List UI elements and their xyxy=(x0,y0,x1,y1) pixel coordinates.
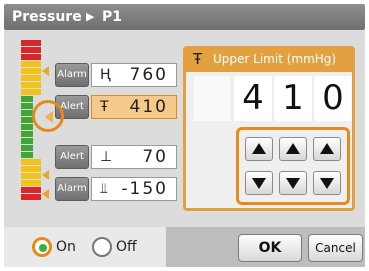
scale-bar-yellow xyxy=(21,166,41,172)
upper-limit-header: Ŧ Upper Limit (mmHg) xyxy=(183,46,355,72)
digit-hundreds[interactable]: 4 xyxy=(234,76,272,121)
scale-bar-green xyxy=(21,131,33,137)
arrow-up-icon xyxy=(320,143,334,154)
on-radio-dot xyxy=(39,244,47,252)
digit-ones[interactable]: 0 xyxy=(314,76,352,121)
scale-bar-yellow xyxy=(21,75,41,81)
off-radio[interactable] xyxy=(92,237,112,257)
scale-bar-yellow xyxy=(21,89,41,95)
alarm-low-button[interactable]: Alarm xyxy=(55,177,89,201)
alert-low-marker-icon xyxy=(42,170,49,180)
scale-bar-green xyxy=(21,152,33,158)
scale-bar-yellow xyxy=(21,82,41,88)
alarm-high-field[interactable]: Ⱨ 760 xyxy=(91,63,177,87)
scale-bar-red xyxy=(21,194,41,200)
alarm-low-field[interactable]: ⫫ -150 xyxy=(91,177,177,201)
scale-bar-yellow xyxy=(21,173,41,179)
digit-spacer xyxy=(194,76,230,121)
arrow-up-icon xyxy=(286,143,300,154)
on-off-toggle: On Off xyxy=(4,227,166,267)
scale-bar-yellow xyxy=(21,180,41,186)
hundreds-up-button[interactable] xyxy=(245,137,273,161)
alert-low-symbol-icon: ⊥ xyxy=(100,149,113,165)
scale-bar-green xyxy=(21,138,33,144)
scale-bar-red xyxy=(21,47,41,53)
arrow-up-icon xyxy=(252,143,266,154)
digit-tens[interactable]: 1 xyxy=(274,76,312,121)
alert-low-field[interactable]: ⊥ 70 xyxy=(91,145,177,169)
ones-up-button[interactable] xyxy=(313,137,341,161)
alarm-high-symbol-icon: Ⱨ xyxy=(100,67,111,83)
upper-limit-panel: Ŧ Upper Limit (mmHg) 4 1 0 xyxy=(183,46,355,211)
scale-bar-green xyxy=(21,103,33,109)
tens-down-button[interactable] xyxy=(279,171,307,195)
cancel-button[interactable]: Cancel xyxy=(308,234,363,262)
arrow-down-icon xyxy=(320,178,334,189)
title-section: Pressure xyxy=(12,9,82,25)
off-label: Off xyxy=(116,239,137,255)
on-label: On xyxy=(56,239,76,255)
alarm-high-value: 760 xyxy=(129,65,168,85)
alert-high-value: 410 xyxy=(129,97,168,117)
scale-bar-green xyxy=(21,145,33,151)
scale-bar-red xyxy=(21,187,41,193)
alert-high-field[interactable]: Ŧ 410 xyxy=(91,95,177,119)
alert-low-value: 70 xyxy=(142,147,168,167)
title-channel: P1 xyxy=(102,9,123,25)
scale-bar-yellow xyxy=(21,159,41,165)
alert-high-symbol-icon: Ŧ xyxy=(100,99,109,115)
ones-down-button[interactable] xyxy=(313,171,341,195)
scale-bar-red xyxy=(21,40,41,46)
alert-high-marker-icon xyxy=(45,111,53,123)
alarm-high-marker-icon xyxy=(42,66,49,76)
bottom-bar: On Off OK Cancel xyxy=(4,227,365,267)
hundreds-down-button[interactable] xyxy=(245,171,273,195)
alarm-high-button[interactable]: Alarm xyxy=(55,63,89,87)
ok-button[interactable]: OK xyxy=(238,234,302,262)
tens-up-button[interactable] xyxy=(279,137,307,161)
scale-bar-green xyxy=(21,96,33,102)
upper-limit-icon: Ŧ xyxy=(193,50,203,68)
alarm-low-marker-icon xyxy=(42,189,49,199)
title-bar: Pressure ▶ P1 xyxy=(4,4,365,30)
scale-bar-red xyxy=(21,54,41,60)
upper-limit-editor: 4 1 0 xyxy=(186,72,352,208)
alarm-low-symbol-icon: ⫫ xyxy=(100,181,108,197)
alert-high-marker-highlight[interactable] xyxy=(32,100,64,132)
digit-stepper-group xyxy=(236,127,350,205)
arrow-down-icon xyxy=(252,178,266,189)
alarm-low-value: -150 xyxy=(121,179,168,199)
pressure-limit-dialog: Pressure ▶ P1 Alarm Ⱨ 760 Alert Ŧ 410 Al… xyxy=(0,0,369,271)
arrow-down-icon xyxy=(286,178,300,189)
upper-limit-title: Upper Limit (mmHg) xyxy=(213,52,337,66)
alert-low-button[interactable]: Alert xyxy=(55,145,89,169)
scale-bar-yellow xyxy=(21,61,41,67)
scale-bar-green xyxy=(21,124,33,130)
on-radio[interactable] xyxy=(32,237,52,257)
scale-bar-yellow xyxy=(21,68,41,74)
title-separator-icon: ▶ xyxy=(86,10,95,23)
